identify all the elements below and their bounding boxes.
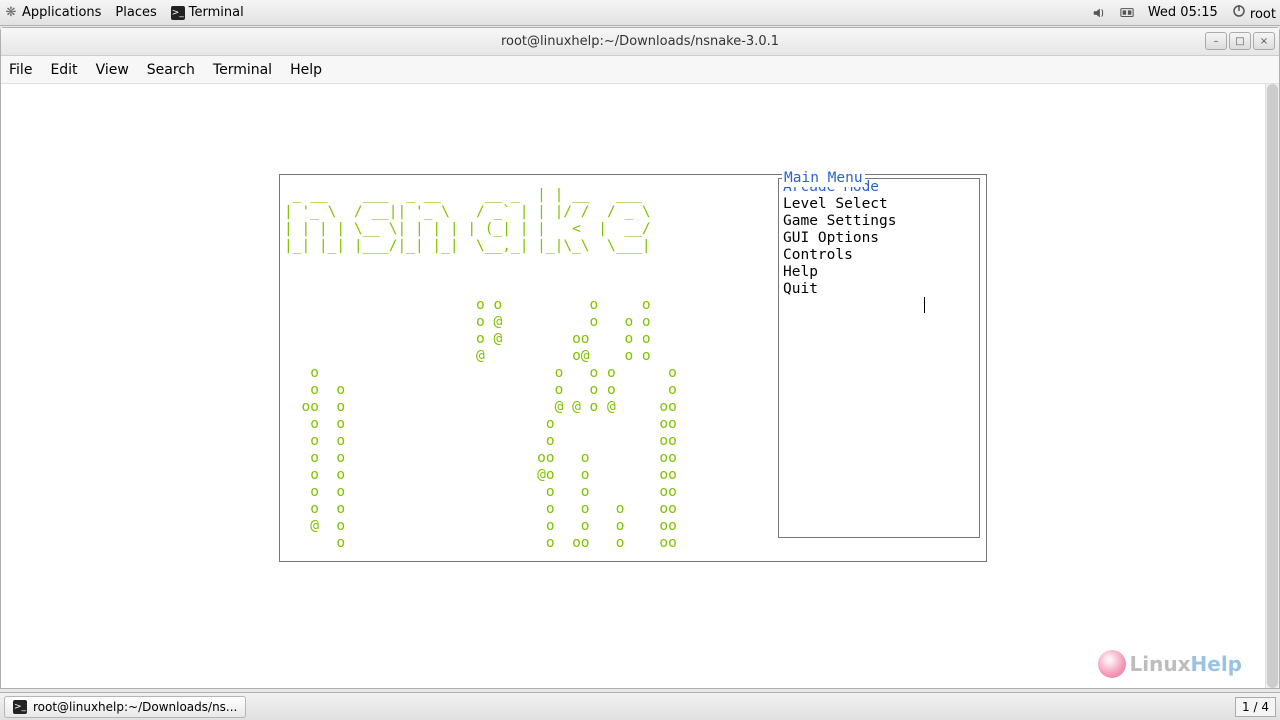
terminal-content[interactable]: _ __ ___ _ __ __ _ | | __ ___ | '_ \ / _… xyxy=(1,84,1279,688)
scrollbar[interactable] xyxy=(1265,84,1279,688)
menu-item-controls[interactable]: Controls xyxy=(783,247,975,264)
terminal-icon: >_ xyxy=(171,6,185,20)
menu-item-gui-options[interactable]: GUI Options xyxy=(783,230,975,247)
menu-item-level-select[interactable]: Level Select xyxy=(783,196,975,213)
main-menu-box: Main Menu Arcade ModeLevel SelectGame Se… xyxy=(778,178,980,538)
menu-item-help[interactable]: Help xyxy=(783,264,975,281)
workspace-switcher[interactable]: 1 / 4 xyxy=(1235,697,1276,717)
menubar: File Edit View Search Terminal Help xyxy=(1,56,1279,84)
scrollbar-thumb[interactable] xyxy=(1267,84,1278,688)
menu-file[interactable]: File xyxy=(9,62,32,78)
user-label: root xyxy=(1250,7,1276,22)
menu-terminal[interactable]: Terminal xyxy=(213,62,272,78)
workspace-label: 1 / 4 xyxy=(1242,700,1269,714)
bottom-taskbar: >_ root@linuxhelp:~/Downloads/ns... 1 / … xyxy=(0,692,1280,720)
active-app-label: Terminal xyxy=(189,5,244,20)
menu-title: Main Menu xyxy=(782,170,865,187)
nsnake-logo: _ __ ___ _ __ __ _ | | __ ___ | '_ \ / _… xyxy=(284,187,651,255)
snake-animation: o o o o o @ o o o o @ oo o o @ o@ o o o … xyxy=(284,297,677,552)
top-panel: ❋ Applications Places >_ Terminal Wed 05… xyxy=(0,0,1280,26)
menu-view[interactable]: View xyxy=(96,62,129,78)
text-cursor xyxy=(924,297,925,313)
watermark-linux: Linux xyxy=(1130,652,1191,676)
close-button[interactable]: × xyxy=(1253,32,1275,50)
linuxhelp-watermark: LinuxHelp xyxy=(1098,650,1242,678)
window-title: root@linuxhelp:~/Downloads/nsnake-3.0.1 xyxy=(501,34,779,49)
watermark-help: Help xyxy=(1191,652,1242,676)
linuxhelp-orb-icon xyxy=(1098,650,1126,678)
menu-search[interactable]: Search xyxy=(147,62,195,78)
network-icon[interactable] xyxy=(1120,6,1134,20)
applications-label: Applications xyxy=(22,5,101,20)
minimize-button[interactable]: – xyxy=(1205,32,1227,50)
menu-help[interactable]: Help xyxy=(290,62,322,78)
menu-item-quit[interactable]: Quit xyxy=(783,281,975,298)
taskbar-task-terminal[interactable]: >_ root@linuxhelp:~/Downloads/ns... xyxy=(4,696,246,718)
places-label: Places xyxy=(115,5,156,20)
terminal-window: root@linuxhelp:~/Downloads/nsnake-3.0.1 … xyxy=(0,27,1280,689)
active-app-indicator[interactable]: >_ Terminal xyxy=(171,5,244,20)
menu-edit[interactable]: Edit xyxy=(50,62,77,78)
applications-menu[interactable]: ❋ Applications xyxy=(4,5,101,20)
maximize-button[interactable]: □ xyxy=(1229,32,1251,50)
user-menu[interactable]: root xyxy=(1232,4,1276,22)
menu-item-game-settings[interactable]: Game Settings xyxy=(783,213,975,230)
gnome-foot-icon: ❋ xyxy=(4,6,18,20)
clock[interactable]: Wed 05:15 xyxy=(1148,5,1218,20)
volume-icon[interactable] xyxy=(1092,6,1106,20)
power-icon xyxy=(1232,4,1246,18)
titlebar[interactable]: root@linuxhelp:~/Downloads/nsnake-3.0.1 … xyxy=(1,28,1279,56)
game-border: _ __ ___ _ __ __ _ | | __ ___ | '_ \ / _… xyxy=(279,174,987,562)
terminal-icon: >_ xyxy=(13,700,27,714)
places-menu[interactable]: Places xyxy=(115,5,156,20)
task-label: root@linuxhelp:~/Downloads/ns... xyxy=(33,700,237,714)
